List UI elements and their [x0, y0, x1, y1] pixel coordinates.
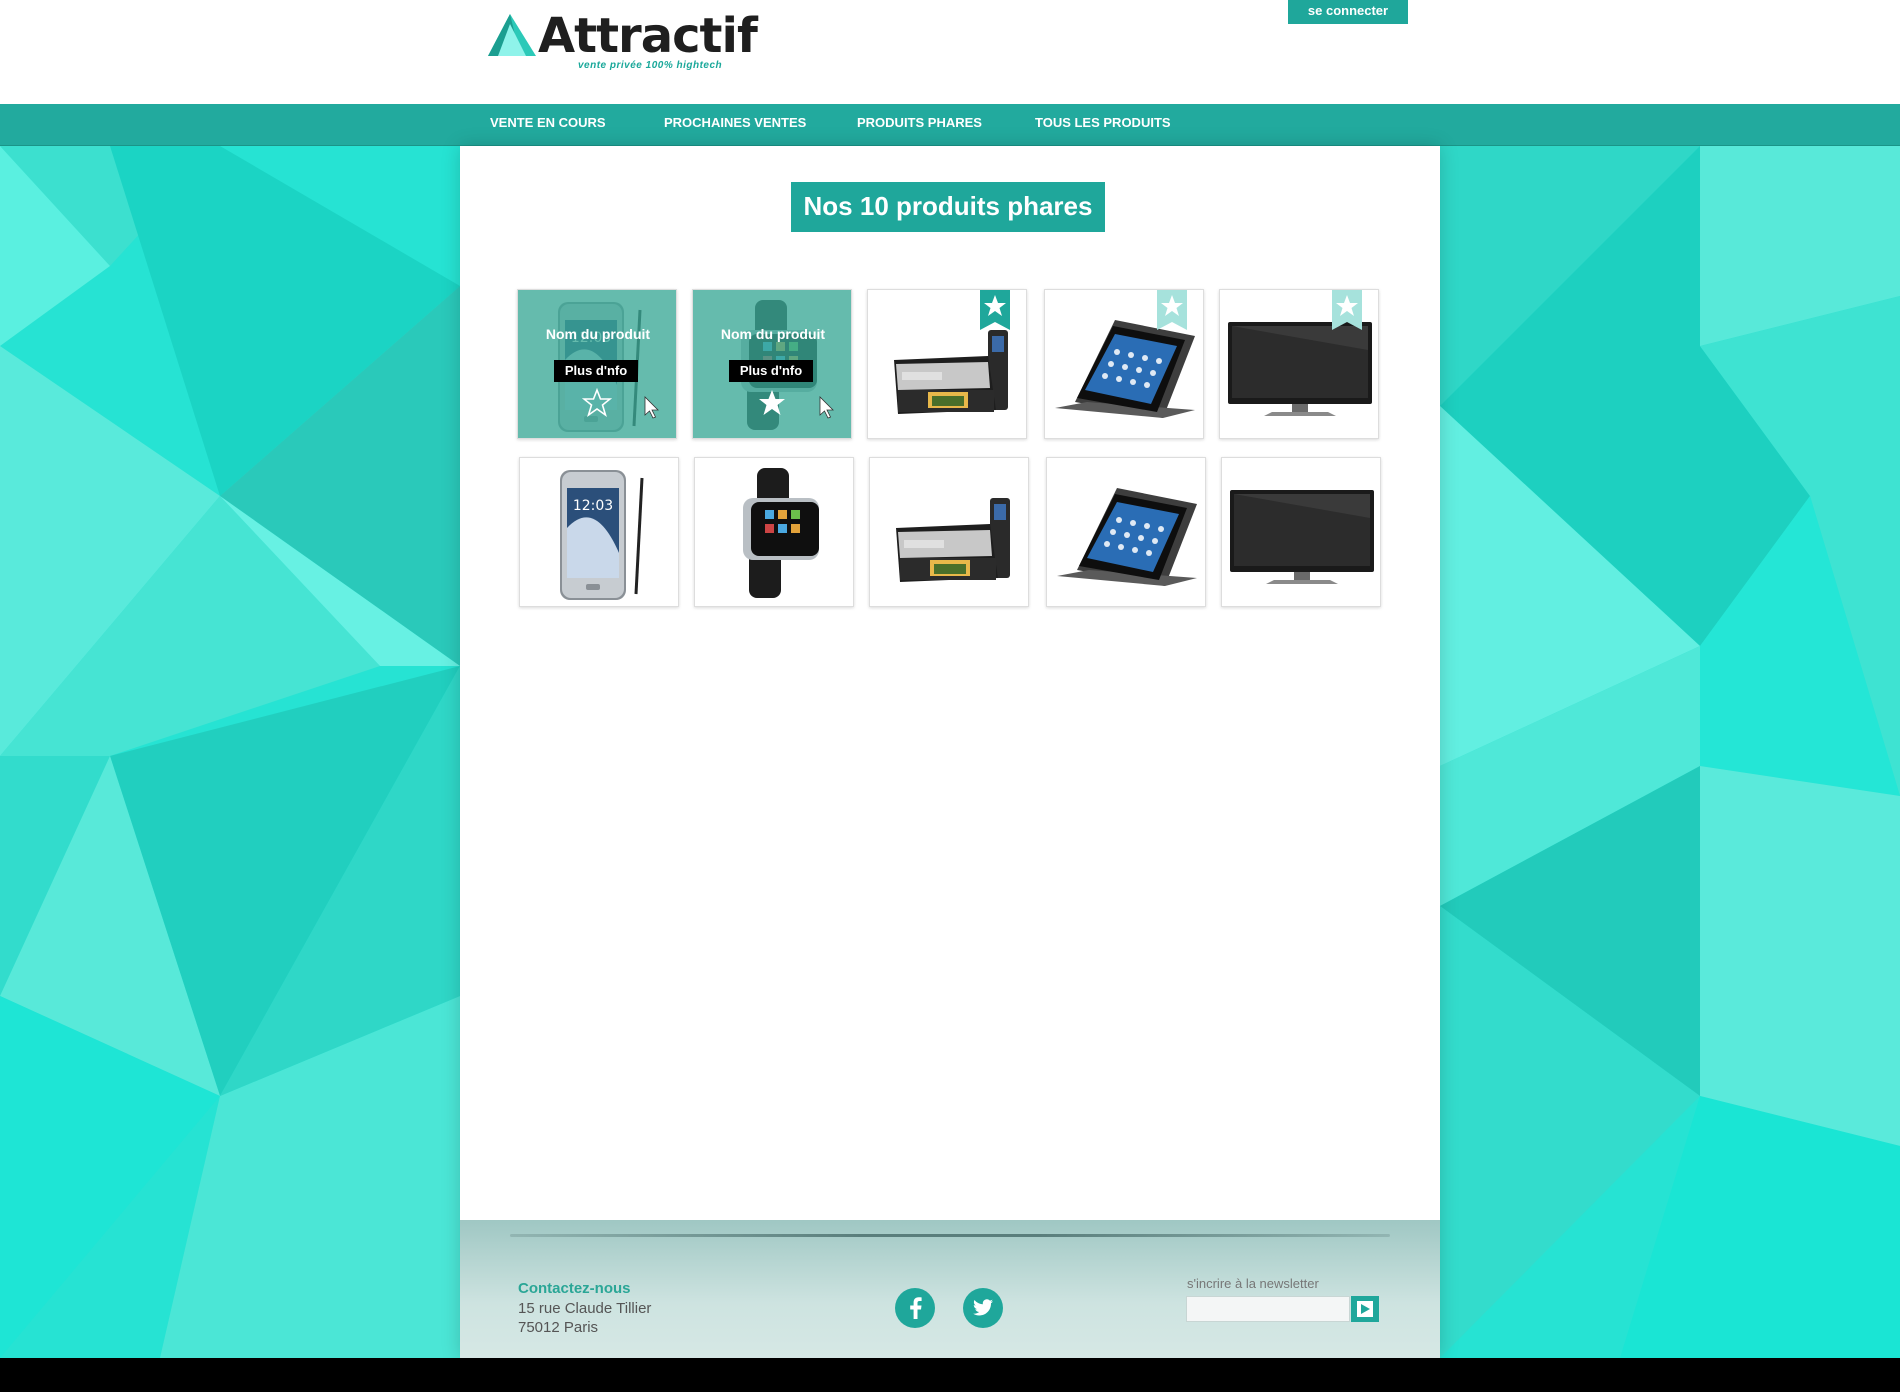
product-tile-printer[interactable] [867, 289, 1027, 439]
phone-image: 12:03 [560, 470, 644, 600]
site-header: Attractif vente privée 100% hightech se … [0, 0, 1900, 104]
address-line-2: 75012 Paris [518, 1319, 599, 1336]
more-info-button[interactable]: Plus d'nfo [729, 360, 813, 382]
product-tile-phone[interactable]: 12:03 Nom du produitPlus d'nfo [517, 289, 677, 439]
product-hover-overlay: Nom du produit Plus d'nfo [693, 290, 851, 438]
featured-ribbon-icon[interactable] [1332, 290, 1362, 330]
brand-tagline: vente privée 100% hightech [578, 60, 723, 71]
nav-item-vente-en-cours[interactable]: VENTE EN COURS [490, 104, 606, 146]
brand-logo[interactable]: Attractif vente privée 100% hightech [488, 12, 758, 76]
product-name: Nom du produit [720, 326, 826, 342]
main-nav: VENTE EN COURS PROCHAINES VENTES PRODUIT… [0, 104, 1900, 146]
login-button[interactable]: se connecter [1288, 0, 1408, 24]
tv-image [1230, 490, 1374, 584]
watch-image [743, 468, 819, 598]
cursor-pointer-icon [819, 396, 834, 419]
product-tile-tv[interactable] [1219, 289, 1379, 439]
product-tile-tv[interactable] [1221, 457, 1381, 607]
product-tile-printer[interactable] [869, 457, 1029, 607]
product-tile-tablet[interactable] [1044, 289, 1204, 439]
nav-item-tous-les-produits[interactable]: TOUS LES PRODUITS [1035, 104, 1171, 146]
page-title: Nos 10 produits phares [791, 182, 1105, 232]
more-info-button[interactable]: Plus d'nfo [554, 360, 638, 382]
twitter-icon[interactable] [963, 1288, 1003, 1328]
footer-divider [510, 1234, 1390, 1237]
product-hover-overlay: Nom du produit Plus d'nfo [518, 290, 676, 438]
bottom-bar [0, 1358, 1900, 1392]
featured-ribbon-icon[interactable] [1157, 290, 1187, 330]
product-name: Nom du produit [545, 326, 651, 342]
newsletter-email-input[interactable] [1186, 1296, 1350, 1322]
printer-image [896, 498, 1010, 582]
play-arrow-icon [1357, 1301, 1373, 1317]
brand-name: Attractif [538, 8, 758, 64]
cursor-pointer-icon [644, 396, 659, 419]
product-tile-phone[interactable]: 12:03 [519, 457, 679, 607]
newsletter-submit-button[interactable] [1351, 1296, 1379, 1322]
site-footer: Contactez-nous 15 rue Claude Tillier 750… [460, 1220, 1440, 1358]
product-tile-watch[interactable]: Nom du produit Plus d'nfo [692, 289, 852, 439]
star-outline-icon[interactable] [582, 388, 612, 418]
newsletter-label: s'incrire à la newsletter [1187, 1276, 1319, 1291]
contact-title[interactable]: Contactez-nous [518, 1280, 631, 1297]
nav-item-prochaines-ventes[interactable]: PROCHAINES VENTES [664, 104, 806, 146]
featured-ribbon-icon[interactable] [980, 290, 1010, 330]
nav-item-produits-phares[interactable]: PRODUITS PHARES [857, 104, 982, 146]
tablet-image [1057, 488, 1197, 586]
facebook-icon[interactable] [895, 1288, 935, 1328]
product-tile-tablet[interactable] [1046, 457, 1206, 607]
svg-text:12:03: 12:03 [573, 498, 613, 514]
star-filled-icon[interactable] [757, 388, 787, 418]
address-line-1: 15 rue Claude Tillier [518, 1300, 652, 1317]
content-panel: Nos 10 produits phares 12:03 Nom du prod… [460, 146, 1440, 1358]
product-tile-watch[interactable] [694, 457, 854, 607]
logo-triangle-icon [488, 14, 536, 56]
